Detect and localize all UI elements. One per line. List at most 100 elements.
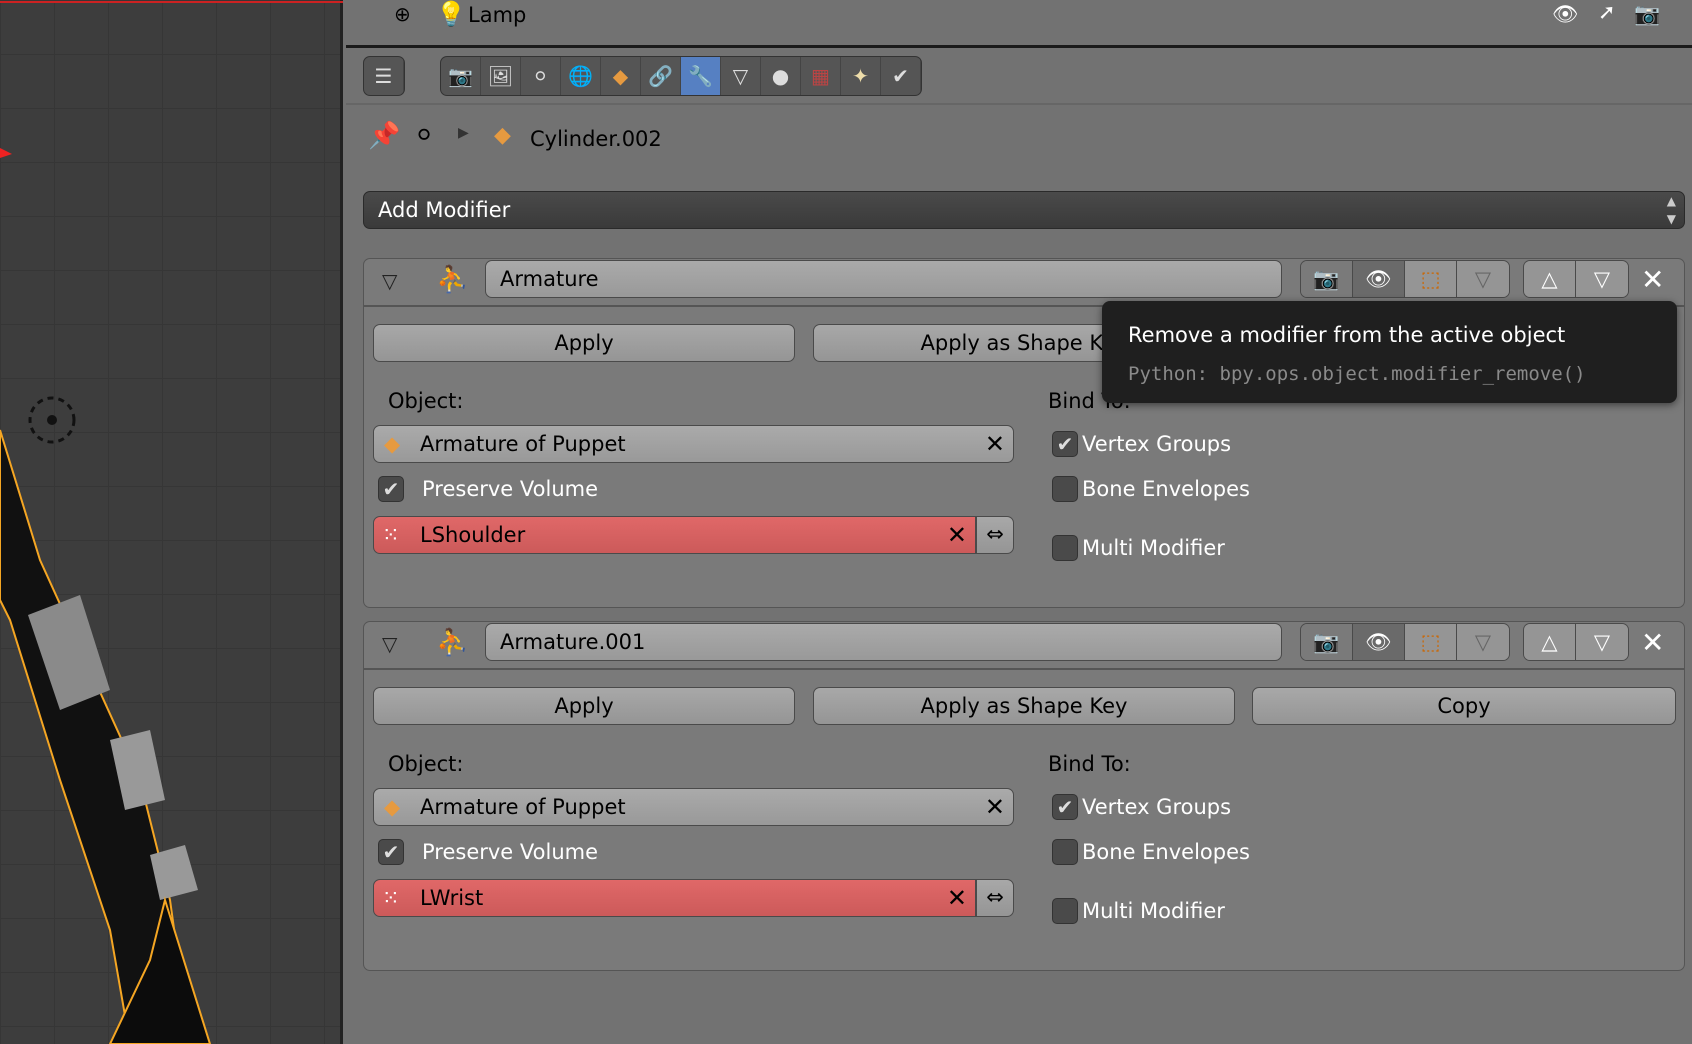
- scene-icon: ⚪: [414, 121, 435, 149]
- modifier-name-input[interactable]: Armature: [485, 260, 1282, 298]
- object-value: Armature of Puppet: [420, 795, 626, 819]
- world-tab-icon[interactable]: 🌐: [561, 57, 601, 95]
- copy-button[interactable]: Copy: [1252, 687, 1676, 725]
- editor-type-menu[interactable]: ☰: [363, 56, 405, 96]
- object-field[interactable]: ◆ Armature of Puppet ✕: [373, 788, 1014, 826]
- vertex-group-field[interactable]: ⁙ LWrist ✕: [373, 879, 976, 917]
- move-buttons: △ ▽: [1523, 260, 1629, 298]
- context-tabs: 📷 🖼 ⚪ 🌐 ◆ 🔗 🔧 ▽ ● ▦ ✦ ✔: [440, 56, 922, 96]
- render-toggle-icon[interactable]: 📷: [1301, 261, 1353, 297]
- apply-as-shape-key-button[interactable]: Apply as Shape Key: [813, 687, 1235, 725]
- vertex-groups-checkbox[interactable]: ✔: [1052, 794, 1078, 820]
- move-buttons: △ ▽: [1523, 623, 1629, 661]
- vertex-group-icon: ⁙: [382, 523, 400, 547]
- scene-tab-icon[interactable]: ⚪: [521, 57, 561, 95]
- cursor-icon[interactable]: ➚: [1598, 0, 1616, 24]
- bind-to-label: Bind To:: [1048, 752, 1131, 776]
- viewport-toggle-icon[interactable]: 👁: [1353, 261, 1405, 297]
- clear-icon[interactable]: ✕: [985, 426, 1005, 462]
- move-down-icon[interactable]: ▽: [1576, 624, 1628, 660]
- vertex-group-icon: ⁙: [382, 886, 400, 910]
- object-icon: ◆: [384, 432, 401, 456]
- move-down-icon[interactable]: ▽: [1576, 261, 1628, 297]
- bone-envelopes-label: Bone Envelopes: [1082, 477, 1250, 501]
- multi-modifier-label: Multi Modifier: [1082, 899, 1225, 923]
- modifier-name-input[interactable]: Armature.001: [485, 623, 1282, 661]
- vertex-groups-label: Vertex Groups: [1082, 795, 1232, 819]
- material-tab-icon[interactable]: ●: [761, 57, 801, 95]
- apply-button[interactable]: Apply: [373, 324, 795, 362]
- multi-modifier-checkbox[interactable]: [1052, 535, 1078, 561]
- collapse-icon[interactable]: ▽: [382, 632, 397, 656]
- pin-icon[interactable]: 📌: [368, 121, 400, 151]
- outliner: ⊕ 💡 Lamp 👁 ➚ 📷: [346, 0, 1692, 48]
- outliner-item-lamp[interactable]: Lamp: [468, 3, 526, 27]
- preserve-volume-label: Preserve Volume: [422, 840, 599, 864]
- constraints-tab-icon[interactable]: 🔗: [641, 57, 681, 95]
- remove-modifier-icon[interactable]: ✕: [1641, 263, 1664, 296]
- bone-envelopes-checkbox[interactable]: [1052, 476, 1078, 502]
- lamp-icon: 💡: [436, 0, 466, 28]
- modifier-panel: ▽ ⛹ Armature.001 📷 👁 ⬚ ▽ △ ▽ ✕ Apply App…: [363, 621, 1685, 971]
- expand-icon[interactable]: ⊕: [394, 2, 411, 26]
- properties-editor: ☰ 📷 🖼 ⚪ 🌐 ◆ 🔗 🔧 ▽ ● ▦ ✦ ✔ 📌 ⚪ ▶ ◆ Cylind…: [346, 51, 1692, 1044]
- vertex-group-value: LWrist: [420, 886, 484, 910]
- particles-tab-icon[interactable]: ✦: [841, 57, 881, 95]
- move-up-icon[interactable]: △: [1524, 624, 1576, 660]
- clear-icon[interactable]: ✕: [947, 880, 967, 916]
- preserve-volume-label: Preserve Volume: [422, 477, 599, 501]
- invert-vertex-group-button[interactable]: ⇔: [976, 516, 1014, 554]
- texture-tab-icon[interactable]: ▦: [801, 57, 841, 95]
- preserve-volume-checkbox[interactable]: ✔: [378, 476, 404, 502]
- add-modifier-dropdown[interactable]: Add Modifier ▲ ▼: [363, 191, 1685, 229]
- clear-icon[interactable]: ✕: [985, 789, 1005, 825]
- bone-envelopes-checkbox[interactable]: [1052, 839, 1078, 865]
- move-up-icon[interactable]: △: [1524, 261, 1576, 297]
- vertex-groups-checkbox[interactable]: ✔: [1052, 431, 1078, 457]
- invert-vertex-group-button[interactable]: ⇔: [976, 879, 1014, 917]
- vertex-groups-label: Vertex Groups: [1082, 432, 1232, 456]
- tooltip: Remove a modifier from the active object…: [1102, 301, 1677, 403]
- cage-toggle-icon[interactable]: ▽: [1457, 624, 1509, 660]
- breadcrumb-arrow-icon: ▶: [458, 125, 469, 141]
- physics-tab-icon[interactable]: ✔: [881, 57, 921, 95]
- display-toggles: 📷 👁 ⬚ ▽: [1300, 623, 1510, 661]
- modifiers-tab-icon[interactable]: 🔧: [681, 57, 721, 95]
- tooltip-python: Python: bpy.ops.object.modifier_remove(): [1128, 363, 1586, 385]
- object-icon: ◆: [494, 123, 511, 148]
- add-modifier-label: Add Modifier: [378, 198, 511, 222]
- clear-icon[interactable]: ✕: [947, 517, 967, 553]
- multi-modifier-label: Multi Modifier: [1082, 536, 1225, 560]
- preserve-volume-checkbox[interactable]: ✔: [378, 839, 404, 865]
- vertex-group-field[interactable]: ⁙ LShoulder ✕: [373, 516, 976, 554]
- editmode-toggle-icon[interactable]: ⬚: [1405, 624, 1457, 660]
- object-label: Object:: [388, 389, 464, 413]
- camera-icon[interactable]: 📷: [1634, 2, 1660, 27]
- object-icon: ◆: [384, 795, 401, 819]
- object-field[interactable]: ◆ Armature of Puppet ✕: [373, 425, 1014, 463]
- breadcrumb-object: Cylinder.002: [530, 127, 662, 151]
- render-tab-icon[interactable]: 📷: [441, 57, 481, 95]
- display-toggles: 📷 👁 ⬚ ▽: [1300, 260, 1510, 298]
- render-layers-tab-icon[interactable]: 🖼: [481, 57, 521, 95]
- collapse-icon[interactable]: ▽: [382, 269, 397, 293]
- armature-icon: ⛹: [436, 628, 469, 658]
- editmode-toggle-icon[interactable]: ⬚: [1405, 261, 1457, 297]
- multi-modifier-checkbox[interactable]: [1052, 898, 1078, 924]
- bone-envelopes-label: Bone Envelopes: [1082, 840, 1250, 864]
- object-tab-icon[interactable]: ◆: [601, 57, 641, 95]
- armature-icon: ⛹: [436, 265, 469, 295]
- render-toggle-icon[interactable]: 📷: [1301, 624, 1353, 660]
- object-label: Object:: [388, 752, 464, 776]
- cage-toggle-icon[interactable]: ▽: [1457, 261, 1509, 297]
- menu-icon: ☰: [364, 57, 404, 95]
- viewport-toggle-icon[interactable]: 👁: [1353, 624, 1405, 660]
- apply-button[interactable]: Apply: [373, 687, 795, 725]
- remove-modifier-icon[interactable]: ✕: [1641, 626, 1664, 659]
- eye-icon[interactable]: 👁: [1552, 2, 1579, 27]
- object-value: Armature of Puppet: [420, 432, 626, 456]
- vertex-group-value: LShoulder: [420, 523, 526, 547]
- tooltip-title: Remove a modifier from the active object: [1128, 323, 1566, 347]
- data-tab-icon[interactable]: ▽: [721, 57, 761, 95]
- 3d-viewport[interactable]: [0, 0, 343, 1044]
